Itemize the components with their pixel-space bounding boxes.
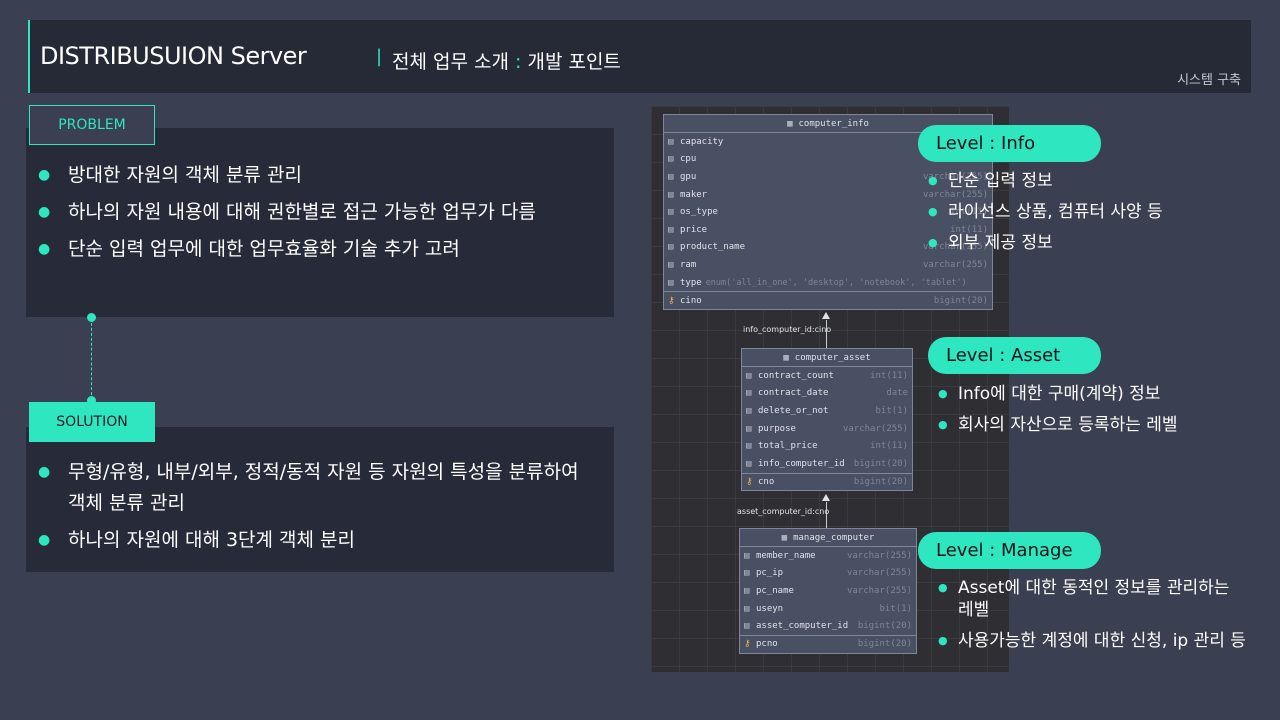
bullet-dot-icon: ● (938, 634, 948, 647)
level-info-item: ● 단순 입력 정보 (928, 171, 1053, 191)
column-icon: ▤ (668, 136, 674, 147)
column-icon: ▤ (744, 568, 750, 579)
table-row: ▤ purpose varchar(255) (746, 423, 908, 434)
column-icon: ▤ (746, 370, 752, 381)
solution-item: ● 무형/유형, 내부/외부, 정적/동적 자원 등 자원의 특성을 분류하여 객… (38, 457, 598, 519)
table-row: ▤ contract_count int(11) (746, 370, 908, 381)
problem-tag: PROBLEM (29, 105, 155, 145)
column-icon: ▤ (744, 621, 750, 632)
problem-item: ● 방대한 자원의 객체 분류 관리 (38, 160, 598, 191)
bullet-dot-icon: ● (38, 241, 51, 257)
level-info-item: ● 외부 제공 정보 (928, 233, 1053, 253)
table-icon: ▦ (787, 118, 793, 129)
table-manage-computer: ▦ manage_computer ▤ member_name varchar(255… (739, 528, 917, 654)
column-icon: ▤ (744, 603, 750, 614)
table-row: ▤ type enum('all_in_one', 'desktop', 'note… (668, 277, 967, 288)
key-icon: ⚷ (746, 476, 753, 487)
bullet-dot-icon: ● (938, 581, 948, 594)
breadcrumb: 시스템 구축 (1177, 73, 1241, 88)
relation-arrow-icon (822, 494, 830, 501)
problem-list: ● 방대한 자원의 객체 분류 관리 ● 하나의 자원 내용에 대해 권한별로 접근… (38, 160, 598, 271)
table-header: ▦ computer_asset (742, 349, 912, 367)
column-icon: ▤ (668, 154, 674, 165)
level-info-list: ● 단순 입력 정보 ● 라이선스 상품, 컴퓨터 사양 등 ● 외부 제공 정보 (918, 170, 1218, 263)
table-computer-asset: ▦ computer_asset ▤ contract_count int(11) ▤… (741, 348, 913, 492)
subtitle-part-b: 개발 포인트 (527, 51, 621, 73)
title-separator: | (376, 46, 383, 67)
column-icon: ▤ (746, 388, 752, 399)
column-icon: ▤ (668, 207, 674, 218)
column-icon: ▤ (746, 458, 752, 469)
key-icon: ⚷ (668, 295, 675, 306)
table-header: ▦ manage_computer (740, 529, 916, 547)
table-row: ▤ delete_or_not bit(1) (746, 405, 908, 416)
bullet-dot-icon: ● (928, 174, 938, 187)
column-icon: ▤ (668, 171, 674, 182)
column-icon: ▤ (668, 277, 674, 288)
level-manage-badge: Level : Manage (918, 532, 1101, 569)
problem-item: ● 단순 입력 업무에 대한 업무효율화 기술 추가 고려 (38, 234, 598, 265)
subtitle-colon: : (515, 51, 522, 73)
problem-item: ● 하나의 자원 내용에 대해 권한별로 접근 가능한 업무가 다름 (38, 197, 598, 228)
bullet-dot-icon: ● (928, 205, 938, 218)
table-row: ▤ pc_ip varchar(255) (744, 568, 912, 579)
bullet-dot-icon: ● (938, 387, 948, 400)
table-icon: ▦ (783, 352, 789, 363)
header-bar: DISTRIBUSUION Server | 전체 업무 소개 : 개발 포인트… (28, 20, 1251, 93)
bullet-dot-icon: ● (38, 167, 51, 183)
table-row: ▤ member_name varchar(255) (744, 550, 912, 561)
bullet-dot-icon: ● (38, 464, 51, 480)
table-key-row: ⚷ cino bigint(20) (664, 291, 992, 309)
solution-tag: SOLUTION (29, 402, 155, 442)
page-subtitle: 전체 업무 소개 : 개발 포인트 (392, 47, 621, 74)
column-icon: ▤ (744, 585, 750, 596)
fk-label: asset_computer_id:cno (737, 507, 830, 516)
relation-arrow-icon (822, 312, 830, 319)
solution-panel: ● 무형/유형, 내부/외부, 정적/동적 자원 등 자원의 특성을 분류하여 객… (26, 427, 614, 572)
level-asset-item: ● 회사의 자산으로 등록하는 레벨 (938, 415, 1178, 435)
table-icon: ▦ (781, 532, 788, 543)
table-key-row: ⚷ cno bigint(20) (742, 472, 912, 491)
problem-panel: ● 방대한 자원의 객체 분류 관리 ● 하나의 자원 내용에 대해 권한별로 접근… (26, 128, 614, 317)
table-row: ▤ asset_computer_id bigint(20) (744, 621, 912, 632)
level-asset-badge: Level : Asset (928, 337, 1101, 374)
bullet-dot-icon: ● (38, 204, 51, 220)
table-row: ▤ useyn bit(1) (744, 603, 912, 614)
problem-solution-connector (91, 318, 92, 400)
table-row: ▤ total_price int(11) (746, 441, 908, 452)
bullet-dot-icon: ● (938, 418, 948, 431)
column-icon: ▤ (746, 423, 752, 434)
level-manage-item: ● Asset에 대한 동적인 정보를 관리하는 레벨 (938, 578, 1230, 620)
connector-dot-top (87, 313, 96, 322)
page-title: DISTRIBUSUION Server (40, 42, 307, 70)
subtitle-part-a: 전체 업무 소개 (392, 51, 509, 73)
fk-label: info_computer_id:cino (743, 325, 832, 334)
bullet-dot-icon: ● (928, 236, 938, 249)
column-icon: ▤ (668, 189, 674, 200)
level-manage-item: ● 사용가능한 계정에 대한 신청, ip 관리 등 (938, 631, 1246, 651)
level-asset-list: ● Info에 대한 구매(계약) 정보 ● 회사의 자산으로 등록하는 레벨 (928, 383, 1228, 445)
level-info-item: ● 라이선스 상품, 컴퓨터 사양 등 (928, 202, 1163, 222)
table-key-row: ⚷ pcno bigint(20) (740, 634, 916, 653)
column-icon: ▤ (744, 550, 750, 561)
table-row: ▤ info_computer_id bigint(20) (746, 458, 908, 469)
solution-list: ● 무형/유형, 내부/외부, 정적/동적 자원 등 자원의 특성을 분류하여 객… (38, 457, 598, 562)
key-icon: ⚷ (744, 639, 751, 650)
level-asset-item: ● Info에 대한 구매(계약) 정보 (938, 384, 1161, 404)
table-row: ▤ pc_name varchar(255) (744, 585, 912, 596)
column-icon: ▤ (668, 242, 674, 253)
column-icon: ▤ (668, 224, 674, 235)
level-info-badge: Level : Info (918, 125, 1101, 162)
level-manage-list: ● Asset에 대한 동적인 정보를 관리하는 레벨 ● 사용가능한 계정에 대한… (928, 577, 1248, 661)
table-row: ▤ contract_date date (746, 388, 908, 399)
bullet-dot-icon: ● (38, 532, 51, 548)
solution-item: ● 하나의 자원에 대해 3단계 객체 분리 (38, 525, 598, 556)
column-icon: ▤ (668, 259, 674, 270)
column-icon: ▤ (746, 441, 752, 452)
column-icon: ▤ (746, 405, 752, 416)
